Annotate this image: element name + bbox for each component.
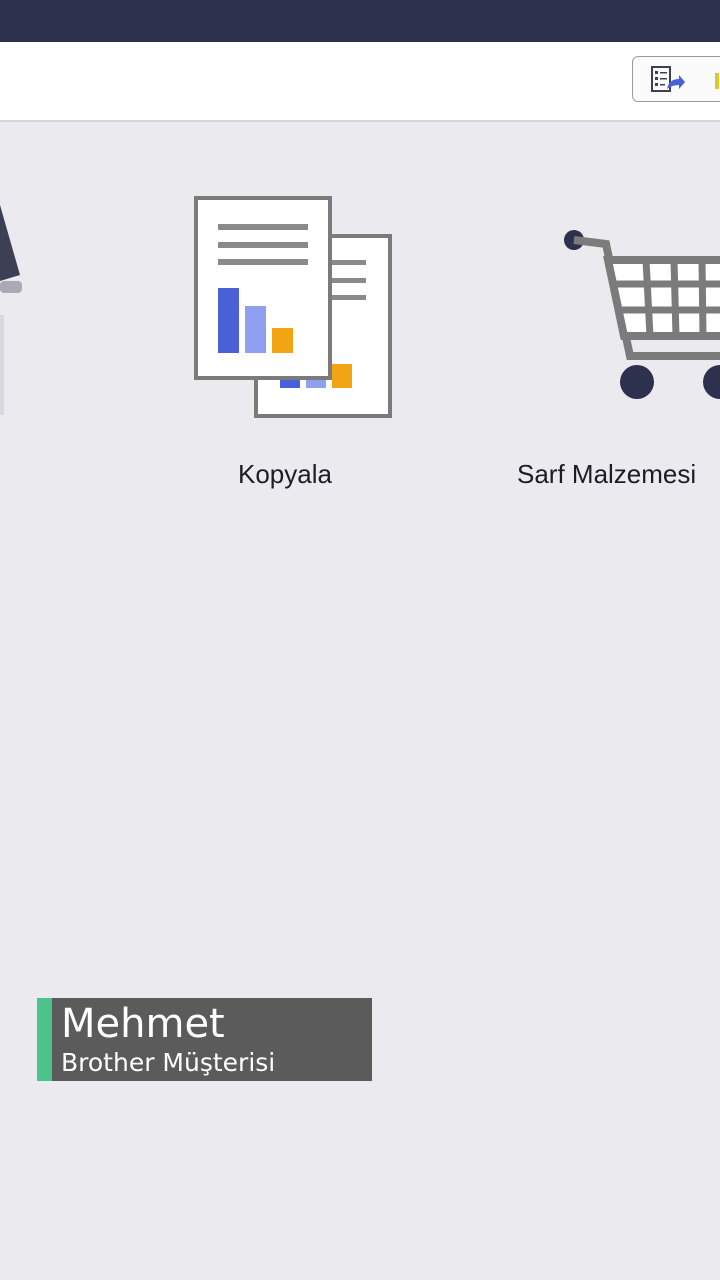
- second-tool-button-edge[interactable]: [715, 73, 719, 89]
- speaker-caption: Mehmet Brother Müşterisi: [37, 998, 372, 1081]
- toolbar: [0, 42, 720, 122]
- copy-report-icon: [194, 196, 392, 418]
- title-bar: [0, 0, 720, 42]
- tile-copy-label: Kopyala: [238, 459, 332, 489]
- report-export-button[interactable]: [632, 56, 720, 102]
- partial-tile-icon: [0, 205, 22, 415]
- shopping-cart-icon: [564, 230, 720, 399]
- speaker-name: Mehmet: [61, 1001, 225, 1047]
- speaker-role: Brother Müşterisi: [61, 1048, 276, 1077]
- report-export-icon: [651, 66, 685, 92]
- caption-accent-bar: [37, 998, 52, 1081]
- tile-supplies-label: Sarf Malzemesi: [517, 459, 697, 489]
